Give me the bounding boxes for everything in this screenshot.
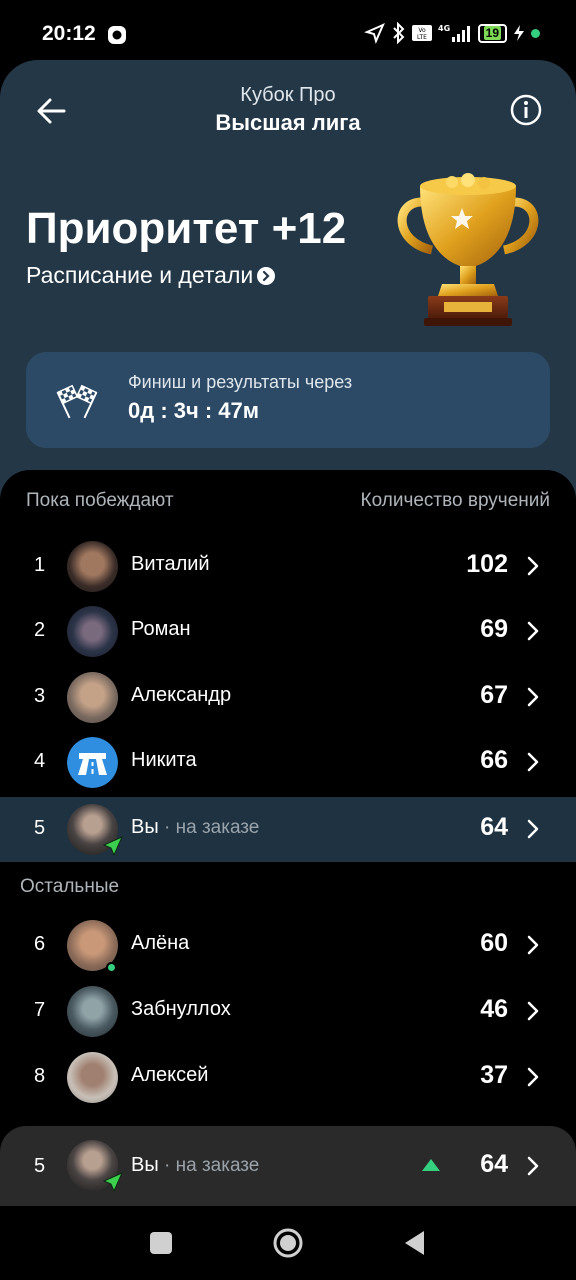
chevron-right-icon [527, 819, 539, 839]
status-suffix: · на заказе [158, 817, 260, 838]
priority-value: Приоритет +12 [26, 204, 347, 253]
avatar [67, 672, 118, 723]
finish-time: 0д : 3ч : 47м [128, 398, 260, 423]
score: 64 [480, 1150, 508, 1178]
rank: 5 [34, 817, 46, 839]
volte-icon: VoLTE [411, 25, 432, 41]
status-bar: 20:12 Vo LTE 4G 19 [0, 0, 576, 60]
leaderboard-row-self[interactable]: 5 Вы · на заказе 64 [0, 797, 576, 862]
rank: 8 [34, 1065, 46, 1087]
count-heading: Количество вручений [360, 490, 550, 511]
battery-indicator: 19 [477, 23, 507, 43]
trophy-icon [397, 173, 539, 326]
svg-text:4G: 4G [438, 24, 450, 33]
chevron-right-icon [527, 752, 539, 772]
bluetooth-icon [392, 22, 405, 44]
chevron-right-icon [527, 1156, 539, 1176]
avatar [67, 986, 118, 1037]
rank-up-triangle-icon [422, 1159, 440, 1171]
checkered-flag-icon [56, 384, 98, 419]
sticky-self-row[interactable]: 5 Вы · на заказе 64 [0, 1126, 576, 1206]
participant-name: Александр [131, 684, 232, 706]
participant-name: Алёна [131, 932, 190, 954]
participant-name: Никита [131, 749, 197, 771]
schedule-link[interactable]: Расписание и детали [26, 262, 276, 289]
winners-heading: Пока побеждают [26, 490, 174, 511]
finish-countdown: Финиш и результаты через 0д : 3ч : 47м [26, 352, 550, 448]
league-subtitle: Кубок Про [240, 84, 336, 106]
avatar [67, 541, 118, 592]
chevron-right-icon [527, 935, 539, 955]
participant-name: Роман [131, 618, 191, 640]
leaderboard-row[interactable]: 6 Алёна 60 [0, 913, 576, 978]
chevron-right-icon [527, 621, 539, 641]
rank: 1 [34, 554, 46, 576]
leaderboard-row[interactable]: 3 Александр 67 [0, 665, 576, 730]
svg-text:LTE: LTE [417, 34, 427, 41]
participant-name: Алексей [131, 1064, 209, 1086]
privacy-dot [531, 28, 540, 38]
recent-apps-button[interactable] [150, 1232, 172, 1254]
signal-icon: 4G [438, 24, 470, 42]
online-status-dot [106, 962, 117, 973]
avatar [67, 1052, 118, 1103]
navigation-arrow-icon [102, 836, 123, 857]
system-back-button[interactable] [402, 1229, 426, 1257]
participant-name: Вы · на заказе [131, 1154, 260, 1176]
rank: 5 [34, 1155, 46, 1177]
score: 66 [480, 746, 508, 774]
schedule-link-label: Расписание и детали [26, 262, 254, 288]
chevron-circle-icon [257, 266, 276, 285]
avatar [67, 606, 118, 657]
score: 69 [480, 615, 508, 643]
score: 60 [480, 929, 508, 957]
rank: 6 [34, 933, 46, 955]
chevron-right-icon [527, 556, 539, 576]
rank: 3 [34, 685, 46, 707]
status-suffix: · на заказе [158, 1155, 260, 1176]
participant-name: Забнуллох [131, 998, 231, 1020]
status-time: 20:12 [42, 22, 96, 45]
leaderboard: Пока побеждают Количество вручений 1 Вит… [0, 470, 576, 1210]
participant-name: Виталий [131, 553, 210, 575]
header-card: Кубок Про Высшая лига Приоритет +12 Расп… [0, 60, 576, 530]
home-button[interactable] [272, 1227, 304, 1259]
score: 46 [480, 995, 508, 1023]
leaderboard-row[interactable]: 4 Никита 66 [0, 730, 576, 795]
score: 102 [466, 550, 508, 578]
participant-name: Вы · на заказе [131, 816, 260, 838]
system-nav-bar [0, 1206, 576, 1280]
location-icon [363, 23, 385, 44]
leaderboard-row[interactable]: 8 Алексей 37 [0, 1045, 576, 1110]
score: 64 [480, 813, 508, 841]
score: 37 [480, 1061, 508, 1089]
finish-label: Финиш и результаты через [128, 372, 353, 392]
leaderboard-row[interactable]: 2 Роман 69 [0, 599, 576, 664]
road-sign-avatar-icon [67, 737, 118, 788]
app-notification-icon [108, 26, 126, 44]
league-title: Высшая лига [215, 110, 361, 135]
svg-text:Vo: Vo [418, 27, 426, 34]
rank: 7 [34, 999, 46, 1021]
others-heading: Остальные [20, 876, 120, 897]
charging-icon [514, 25, 524, 41]
chevron-right-icon [527, 1067, 539, 1087]
chevron-right-icon [527, 1001, 539, 1021]
rank: 2 [34, 619, 46, 641]
chevron-right-icon [527, 687, 539, 707]
info-icon[interactable] [510, 94, 542, 126]
status-icons: Vo LTE 4G 19 [363, 22, 540, 44]
leaderboard-row[interactable]: 1 Виталий 102 [0, 534, 576, 599]
rank: 4 [34, 750, 46, 772]
navigation-arrow-icon [102, 1172, 123, 1193]
leaderboard-row[interactable]: 7 Забнуллох 46 [0, 979, 576, 1044]
score: 67 [480, 681, 508, 709]
